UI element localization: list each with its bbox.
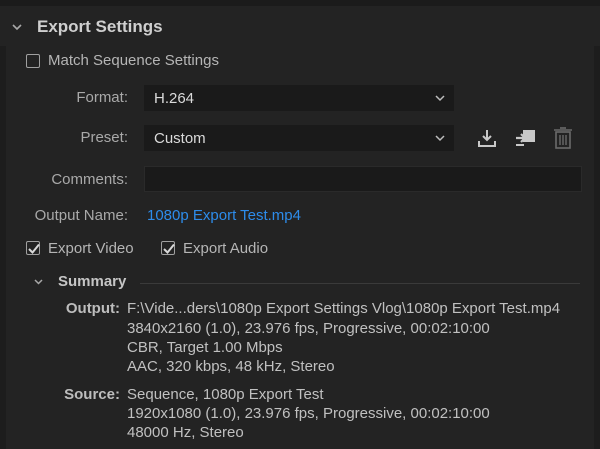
export-audio-checkbox[interactable] bbox=[161, 241, 175, 255]
match-sequence-label[interactable]: Match Sequence Settings bbox=[48, 52, 219, 69]
panel-edge-right bbox=[594, 46, 600, 449]
summary-divider bbox=[140, 283, 580, 284]
checkmark-icon bbox=[163, 243, 175, 254]
preset-label: Preset: bbox=[80, 129, 128, 146]
panel-edge-left bbox=[0, 46, 6, 449]
format-select[interactable]: H.264 bbox=[144, 85, 454, 111]
export-video-label[interactable]: Export Video bbox=[48, 240, 134, 257]
section-title: Export Settings bbox=[37, 17, 163, 36]
summary-output-line: 3840x2160 (1.0), 23.976 fps, Progressive… bbox=[127, 320, 490, 337]
summary-output-line: CBR, Target 1.00 Mbps bbox=[127, 339, 283, 356]
summary-output-label: Output: bbox=[65, 300, 120, 317]
summary-source-line: 1920x1080 (1.0), 23.976 fps, Progressive… bbox=[127, 405, 490, 422]
save-preset-icon[interactable] bbox=[476, 127, 498, 149]
output-name-label: Output Name: bbox=[34, 207, 128, 224]
chevron-down-icon bbox=[435, 95, 445, 102]
format-label: Format: bbox=[76, 89, 128, 106]
export-video-checkbox[interactable] bbox=[26, 241, 40, 255]
chevron-down-icon[interactable] bbox=[34, 277, 43, 286]
format-value: H.264 bbox=[154, 90, 195, 107]
preset-value: Custom bbox=[154, 130, 206, 147]
output-name-link[interactable]: 1080p Export Test.mp4 bbox=[147, 207, 301, 224]
summary-output-line: F:\Vide...ders\1080p Export Settings Vlo… bbox=[127, 300, 561, 317]
import-preset-icon[interactable] bbox=[514, 127, 538, 149]
summary-output-line: AAC, 320 kbps, 48 kHz, Stereo bbox=[127, 358, 335, 375]
chevron-down-icon[interactable] bbox=[12, 22, 22, 32]
summary-source-line: Sequence, 1080p Export Test bbox=[127, 386, 324, 403]
export-audio-label[interactable]: Export Audio bbox=[183, 240, 268, 257]
chevron-down-icon bbox=[435, 135, 445, 142]
delete-preset-icon[interactable] bbox=[553, 126, 573, 150]
match-sequence-checkbox[interactable] bbox=[26, 54, 40, 68]
comments-label: Comments: bbox=[51, 171, 128, 188]
comments-input[interactable] bbox=[144, 166, 582, 192]
summary-source-label: Source: bbox=[64, 386, 120, 403]
summary-source-line: 48000 Hz, Stereo bbox=[127, 424, 244, 441]
checkmark-icon bbox=[28, 243, 40, 254]
export-settings-header[interactable]: Export Settings bbox=[0, 6, 600, 46]
summary-title: Summary bbox=[58, 273, 127, 290]
preset-select[interactable]: Custom bbox=[144, 125, 454, 151]
